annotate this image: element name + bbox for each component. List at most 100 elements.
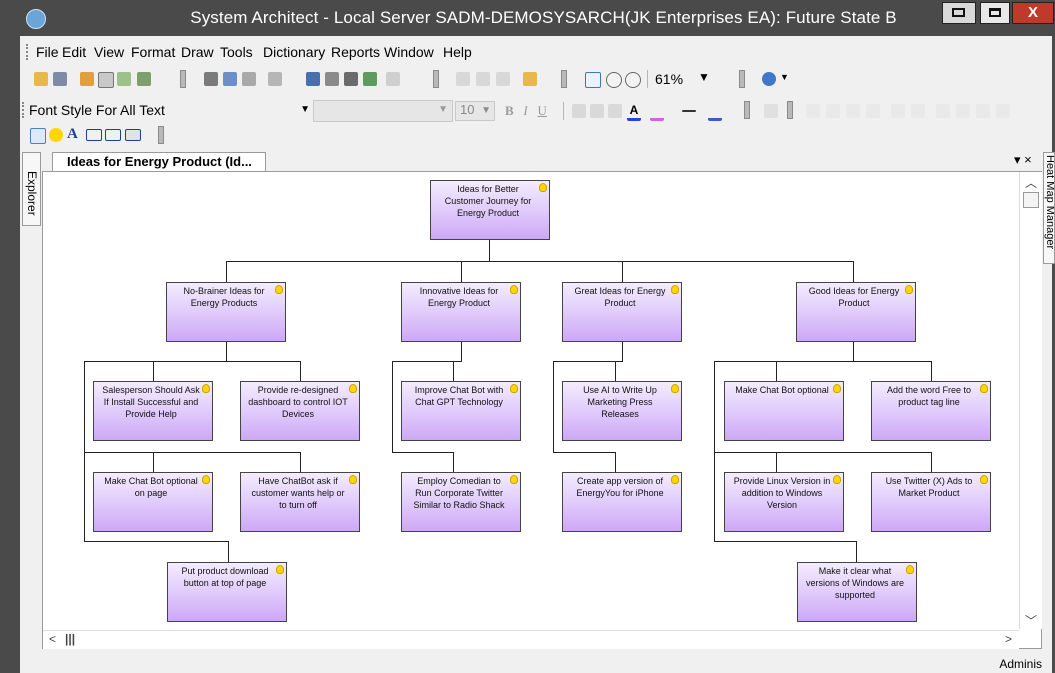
globe-icon[interactable] — [762, 72, 776, 86]
toolbar-grip[interactable] — [158, 126, 164, 144]
idea-node[interactable]: Salesperson Should Ask If Install Succes… — [93, 381, 213, 441]
menu-edit[interactable]: Edit — [62, 44, 86, 60]
idea-node[interactable]: Put product download button at top of pa… — [167, 562, 287, 622]
maximize-button[interactable] — [980, 2, 1010, 24]
matrix-icon[interactable] — [204, 72, 218, 86]
idea-node[interactable]: Employ Comedian to Run Corporate Twitter… — [401, 472, 521, 532]
scroll-thumb[interactable]: ||| — [65, 632, 75, 646]
zoom-dropdown-arrow[interactable]: ▼ — [698, 70, 710, 84]
view-icon[interactable] — [117, 72, 131, 86]
underline-icon[interactable]: U — [538, 103, 547, 118]
align-objects-icon[interactable] — [806, 104, 820, 118]
idea-node[interactable]: Use AI to Write Up Marketing Press Relea… — [562, 381, 682, 441]
table-icon[interactable] — [137, 72, 151, 86]
scroll-down-icon[interactable]: ﹀ — [1025, 612, 1037, 629]
category-node[interactable]: Good Ideas for Energy Product — [796, 282, 916, 342]
tab-controls[interactable]: ▾ × — [1014, 152, 1032, 168]
distribute-icon[interactable] — [891, 104, 905, 118]
toolbar-grip[interactable] — [433, 70, 439, 88]
font-style-select[interactable]: Font Style For All Text ▼ — [29, 102, 312, 120]
undo-icon[interactable] — [523, 72, 537, 86]
scroll-thumb[interactable] — [1023, 192, 1039, 208]
text-tool-icon[interactable]: A — [67, 126, 81, 142]
root-idea-node[interactable]: Ideas for Better Customer Journey for En… — [430, 180, 550, 240]
refresh-icon[interactable] — [363, 72, 377, 86]
vertical-scrollbar[interactable]: ︿ ﹀ — [1019, 172, 1042, 629]
restore-button[interactable] — [942, 2, 976, 24]
print-icon[interactable] — [344, 72, 358, 86]
connector-icon[interactable] — [764, 104, 778, 118]
document-tab[interactable]: Ideas for Energy Product (Id... — [52, 152, 266, 172]
align-objects-icon[interactable] — [826, 104, 840, 118]
idea-node[interactable]: Make Chat Bot optional — [724, 381, 844, 441]
idea-node[interactable]: Have ChatBot ask if customer wants help … — [240, 472, 360, 532]
spacing-icon[interactable] — [996, 104, 1010, 118]
menu-view[interactable]: View — [94, 44, 124, 60]
copy-icon[interactable] — [476, 72, 490, 86]
line-style-icon[interactable] — [682, 110, 696, 112]
open-icon[interactable] — [34, 72, 48, 86]
copy-diagram-icon[interactable] — [80, 72, 94, 86]
grid-icon[interactable] — [242, 72, 256, 86]
menu-draw[interactable]: Draw — [181, 44, 214, 60]
menu-reports[interactable]: Reports — [331, 44, 380, 60]
idea-node[interactable]: Provide re-designed dashboard to control… — [240, 381, 360, 441]
settings-icon[interactable] — [53, 72, 67, 86]
home-icon[interactable] — [268, 72, 282, 86]
menu-window[interactable]: Window — [384, 44, 434, 60]
toolbar-grip[interactable] — [739, 70, 745, 88]
properties-icon[interactable] — [386, 72, 400, 86]
toolbar-grip[interactable] — [744, 101, 750, 119]
toolbar-grip[interactable] — [561, 70, 567, 88]
label-tool-icon[interactable] — [125, 129, 141, 141]
zoom-window-icon[interactable] — [585, 72, 601, 88]
category-node[interactable]: Innovative Ideas for Energy Product — [401, 282, 521, 342]
paste-icon[interactable] — [496, 72, 510, 86]
idea-node[interactable]: Add the word Free to product tag line — [871, 381, 991, 441]
scroll-left-icon[interactable]: < — [49, 632, 56, 646]
align-objects-icon[interactable] — [866, 104, 880, 118]
font-size-select[interactable]: 10 ▼ — [455, 101, 495, 121]
idea-node[interactable]: Create app version of EnergyYou for iPho… — [562, 472, 682, 532]
fill-color-icon[interactable] — [650, 104, 664, 121]
category-node[interactable]: No-Brainer Ideas for Energy Products — [166, 282, 286, 342]
menu-file[interactable]: File — [36, 44, 59, 60]
close-button[interactable]: X — [1012, 2, 1054, 24]
category-node[interactable]: Great Ideas for Energy Product — [562, 282, 682, 342]
idea-node[interactable]: Use Twitter (X) Ads to Market Product — [871, 472, 991, 532]
rectangle-tool-icon[interactable] — [86, 129, 102, 141]
bold-icon[interactable]: B — [505, 103, 514, 118]
idea-node[interactable]: Provide Linux Version in addition to Win… — [724, 472, 844, 532]
spacing-icon[interactable] — [976, 104, 990, 118]
spacing-icon[interactable] — [936, 104, 950, 118]
idea-bulb-icon[interactable] — [49, 128, 63, 142]
save-icon[interactable] — [306, 72, 320, 86]
report-icon[interactable] — [223, 72, 237, 86]
align-center-icon[interactable] — [590, 104, 604, 118]
menu-help[interactable]: Help — [443, 44, 472, 60]
idea-node[interactable]: Improve Chat Bot with Chat GPT Technolog… — [401, 381, 521, 441]
explorer-side-tab[interactable]: Explorer — [22, 152, 41, 226]
zoom-level[interactable]: 61% — [655, 71, 683, 87]
zoom-out-icon[interactable] — [625, 72, 641, 88]
idea-node[interactable]: Make Chat Bot optional on page — [93, 472, 213, 532]
menu-dictionary[interactable]: Dictionary — [263, 44, 325, 60]
align-right-icon[interactable] — [608, 104, 622, 118]
spacing-icon[interactable] — [956, 104, 970, 118]
font-color-icon[interactable]: A — [627, 104, 641, 121]
align-objects-icon[interactable] — [846, 104, 860, 118]
pointer-icon[interactable] — [30, 128, 46, 144]
idea-node[interactable]: Make it clear what versions of Windows a… — [797, 562, 917, 622]
italic-icon[interactable]: I — [523, 103, 527, 118]
zoom-in-icon[interactable] — [606, 72, 622, 88]
globe-dropdown-arrow[interactable]: ▼ — [780, 72, 789, 82]
toolbar-grip[interactable] — [180, 70, 186, 88]
line-color-icon[interactable] — [708, 104, 722, 121]
font-name-select[interactable]: ▼ — [313, 100, 453, 122]
horizontal-scrollbar[interactable]: < ||| > — [43, 630, 1019, 649]
frame-tool-icon[interactable] — [105, 129, 121, 141]
save-all-icon[interactable] — [325, 72, 339, 86]
toolbar-grip[interactable] — [787, 101, 793, 119]
heat-map-manager-tab[interactable]: Heat Map Manager — [1043, 152, 1055, 264]
edit-diagram-icon[interactable] — [98, 72, 114, 88]
